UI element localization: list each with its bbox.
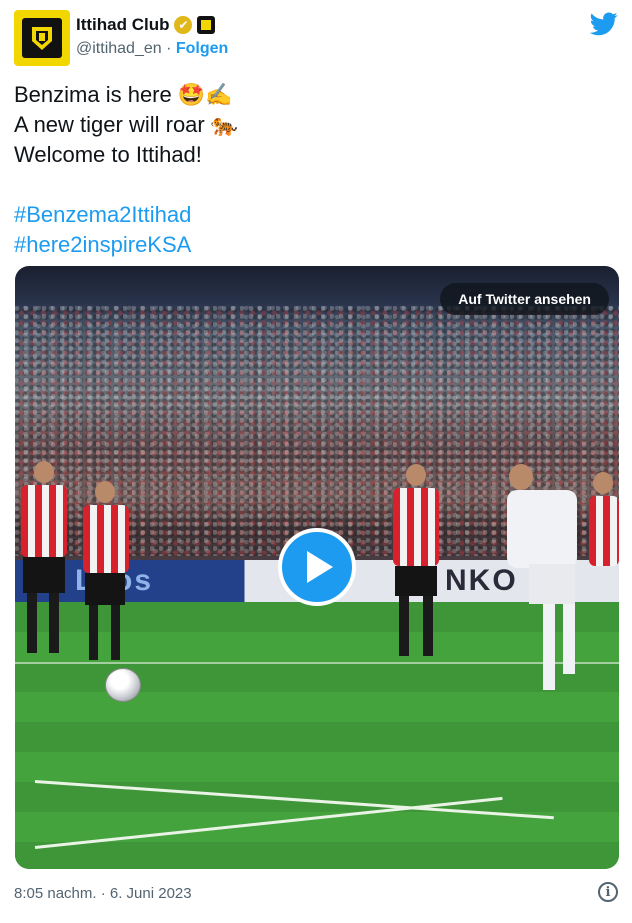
- tweet-line-1: Benzima is here 🤩✍️: [14, 82, 233, 107]
- player-red: [585, 472, 619, 662]
- timestamp[interactable]: 8:05 nachm. · 6. Juni 2023: [14, 885, 192, 902]
- hashtag-link[interactable]: #here2inspireKSA: [14, 230, 614, 260]
- display-name[interactable]: Ittihad Club: [76, 15, 169, 35]
- separator: ·: [166, 40, 172, 57]
- avatar[interactable]: [14, 10, 70, 66]
- hashtag-link[interactable]: #Benzema2Ittihad: [14, 200, 614, 230]
- video-thumbnail[interactable]: Laos NKO Auf Twitter ansehen: [15, 266, 619, 869]
- watch-on-twitter-button[interactable]: Auf Twitter ansehen: [440, 283, 609, 315]
- player-red: [17, 461, 71, 661]
- player-white: [499, 464, 585, 696]
- tweet-header: Ittihad Club ✔ @ittihad_en · Folgen: [14, 8, 618, 66]
- follow-link[interactable]: Folgen: [176, 40, 228, 57]
- football: [105, 668, 141, 702]
- tweet-line-3: Welcome to Ittihad!: [14, 142, 202, 167]
- star-struck-writing-emoji-icon: 🤩✍️: [177, 82, 233, 107]
- user-info: Ittihad Club ✔ @ittihad_en · Folgen: [76, 14, 228, 58]
- player-red: [387, 464, 445, 662]
- play-button[interactable]: [278, 528, 356, 606]
- tweet-line-2: A new tiger will roar 🐅: [14, 112, 239, 137]
- tiger-emoji-icon: 🐅: [210, 112, 239, 137]
- info-icon[interactable]: i: [598, 882, 618, 902]
- club-logo: [22, 18, 62, 58]
- handle[interactable]: @ittihad_en: [76, 40, 162, 57]
- verified-badge-icon: ✔: [174, 16, 193, 34]
- affiliation-badge-icon: [197, 16, 216, 34]
- tweet-footer: 8:05 nachm. · 6. Juni 2023 i: [14, 882, 618, 906]
- play-icon: [307, 551, 333, 583]
- twitter-bird-icon[interactable]: [590, 12, 618, 36]
- player-red: [77, 481, 135, 666]
- tweet-text: Benzima is here 🤩✍️ A new tiger will roa…: [14, 80, 614, 260]
